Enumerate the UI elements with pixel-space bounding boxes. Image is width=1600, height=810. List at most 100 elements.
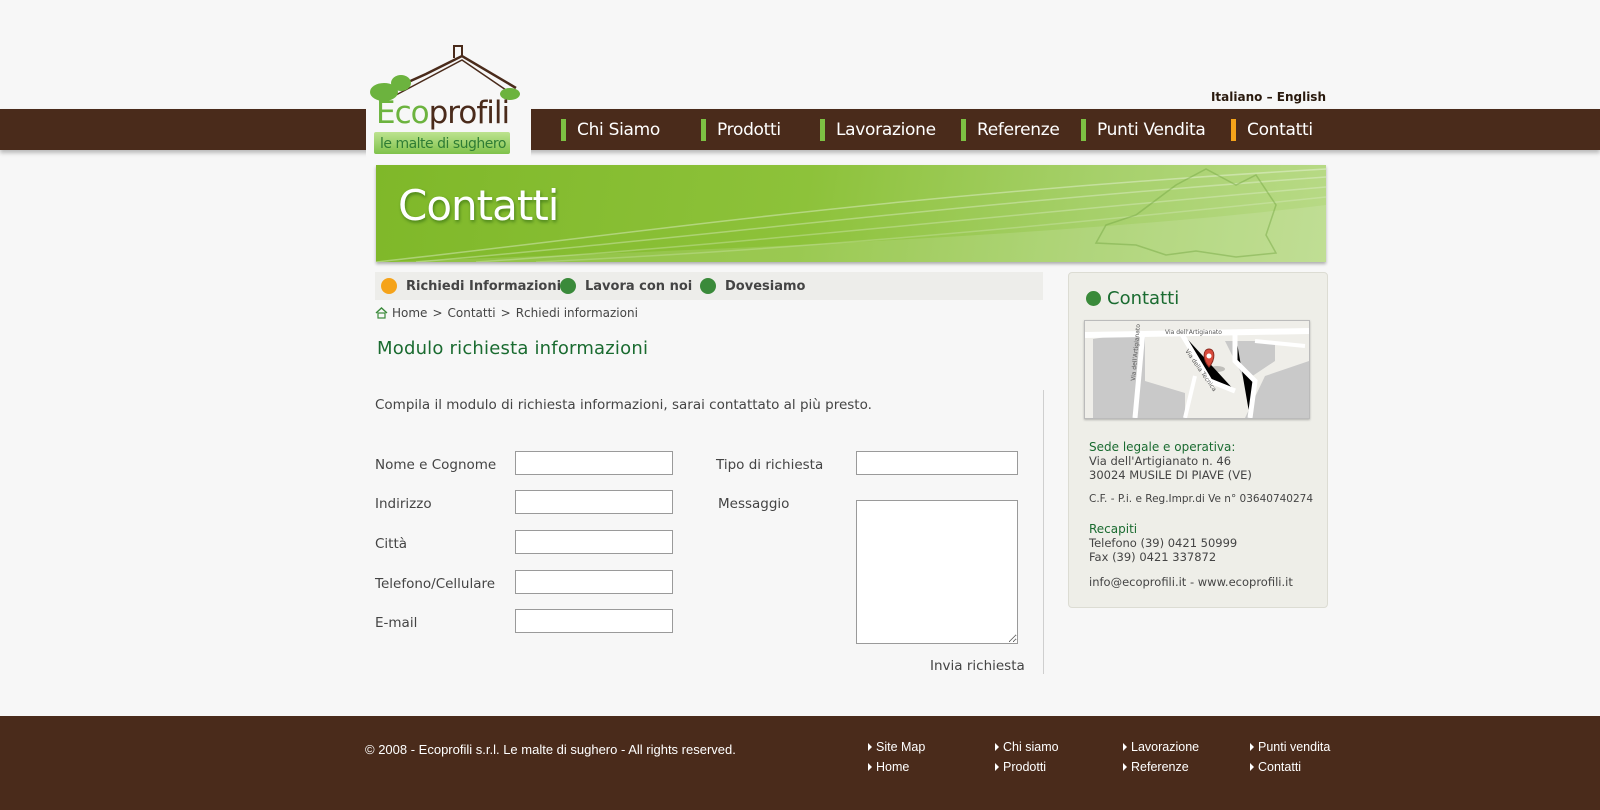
arrow-right-icon (868, 743, 872, 751)
nav-contatti[interactable]: Contatti (1231, 118, 1313, 142)
banner-title: Contatti (398, 181, 559, 230)
footer-link-home[interactable]: Home (868, 760, 909, 774)
nav-label: Contatti (1247, 120, 1313, 140)
nav-marker (1081, 119, 1086, 141)
request-type-field[interactable] (856, 451, 1018, 475)
nav-label: Punti Vendita (1097, 120, 1206, 140)
nav-label: Prodotti (717, 120, 781, 140)
location-map[interactable]: Via dell'Artigianato Via dell'Artigianat… (1084, 320, 1310, 419)
breadcrumb-current: Rchiedi informazioni (515, 306, 638, 320)
fax: Fax (39) 0421 337872 (1089, 550, 1217, 564)
recapiti-heading: Recapiti (1089, 522, 1138, 536)
nav-prodotti[interactable]: Prodotti (701, 118, 781, 142)
arrow-right-icon (995, 763, 999, 771)
nav-chi-siamo[interactable]: Chi Siamo (561, 118, 660, 142)
subnav-label: Dovesiamo (725, 278, 806, 294)
sidebar-title-text: Contatti (1107, 288, 1180, 309)
nav-marker (561, 119, 566, 141)
footer-link-label: Contatti (1258, 760, 1302, 774)
subnav-richiedi-informazioni[interactable]: Richiedi Informazioni (381, 278, 561, 294)
nav-lavorazione[interactable]: Lavorazione (820, 118, 936, 142)
footer-link-label: Prodotti (1003, 760, 1047, 774)
footer (0, 716, 1600, 810)
green-dot-icon (1086, 291, 1101, 306)
phone-label: Telefono/Cellulare (375, 576, 496, 592)
map-graphic: Via dell'Artigianato Via dell'Artigianat… (1085, 321, 1309, 418)
logo-tagline-text: le malte di sughero (380, 136, 506, 152)
arrow-right-icon (1250, 743, 1254, 751)
name-label: Nome e Cognome (375, 457, 497, 473)
arrow-right-icon (1250, 763, 1254, 771)
nav-marker-active (1231, 119, 1236, 141)
nav-punti-vendita[interactable]: Punti Vendita (1081, 118, 1206, 142)
footer-link-label: Lavorazione (1131, 740, 1200, 754)
email-field[interactable] (515, 609, 673, 633)
orange-dot-icon (381, 278, 397, 294)
vat-info: C.F. - P.i. e Reg.Impr.di Ve n° 03640740… (1089, 493, 1314, 505)
city-label: Città (375, 536, 408, 552)
footer-link-site-map[interactable]: Site Map (868, 740, 925, 754)
nav-marker (820, 119, 825, 141)
address-field[interactable] (515, 490, 673, 514)
nav-label: Chi Siamo (577, 120, 660, 140)
lang-english-link[interactable]: English (1277, 90, 1326, 104)
breadcrumb: Home > Contatti > Rchiedi informazioni (375, 306, 638, 320)
lang-italian-link[interactable]: Italiano (1211, 90, 1262, 104)
logo[interactable]: Ecoprofili le malte di sughero (366, 40, 531, 160)
email-label: E-mail (375, 615, 418, 631)
footer-link-punti-vendita[interactable]: Punti vendita (1250, 740, 1330, 754)
submit-button[interactable]: Invia richiesta (930, 658, 1025, 674)
footer-link-prodotti[interactable]: Prodotti (995, 760, 1046, 774)
footer-link-label: Site Map (876, 740, 926, 754)
telefono: Telefono (39) 0421 50999 (1089, 536, 1238, 550)
footer-link-referenze[interactable]: Referenze (1123, 760, 1189, 774)
footer-link-label: Chi siamo (1003, 740, 1059, 754)
green-dot-icon (700, 278, 716, 294)
breadcrumb-separator: > (500, 306, 511, 320)
nav-label: Lavorazione (836, 120, 936, 140)
subnav-dovesiamo[interactable]: Dovesiamo (700, 278, 805, 294)
home-icon (375, 307, 388, 319)
intro-text: Compila il modulo di richiesta informazi… (375, 397, 872, 413)
name-field[interactable] (515, 451, 673, 475)
content-divider (1043, 390, 1044, 674)
subnav-label: Richiedi Informazioni (406, 278, 562, 294)
address-label: Indirizzo (375, 496, 432, 512)
message-field[interactable] (856, 500, 1018, 644)
footer-link-label: Home (876, 760, 910, 774)
phone-field[interactable] (515, 570, 673, 594)
page-title: Modulo richiesta informazioni (377, 338, 649, 359)
arrow-right-icon (1123, 743, 1127, 751)
footer-link-contatti[interactable]: Contatti (1250, 760, 1301, 774)
sede-heading: Sede legale e operativa: (1089, 440, 1236, 454)
footer-link-chi-siamo[interactable]: Chi siamo (995, 740, 1059, 754)
arrow-right-icon (995, 743, 999, 751)
nav-label: Referenze (977, 120, 1060, 140)
subnav-lavora-con-noi[interactable]: Lavora con noi (560, 278, 692, 294)
logo-eco-text: Eco (376, 95, 430, 131)
language-switch: Italiano – English (1150, 90, 1326, 104)
nav-marker (961, 119, 966, 141)
map-street-label: Via dell'Artigianato (1165, 329, 1222, 336)
arrow-right-icon (1123, 763, 1127, 771)
main-nav-bar (0, 109, 1600, 150)
contact-links[interactable]: info@ecoprofili.it - www.ecoprofili.it (1089, 575, 1293, 590)
nav-marker (701, 119, 706, 141)
footer-link-lavorazione[interactable]: Lavorazione (1123, 740, 1199, 754)
breadcrumb-contatti[interactable]: Contatti (448, 306, 496, 320)
footer-copyright: © 2008 - Ecoprofili s.r.l. Le malte di s… (365, 742, 736, 757)
logo-wordmark: Ecoprofili (376, 95, 510, 131)
city-field[interactable] (515, 530, 673, 554)
sidebar-title: Contatti (1086, 288, 1179, 309)
address-line-2: 30024 MUSILE DI PIAVE (VE) (1089, 468, 1252, 482)
address-line-1: Via dell'Artigianato n. 46 (1089, 454, 1232, 468)
request-type-label: Tipo di richiesta (716, 457, 824, 473)
logo-tagline: le malte di sughero (380, 136, 506, 152)
green-dot-icon (560, 278, 576, 294)
breadcrumb-separator: > (432, 306, 443, 320)
message-label: Messaggio (718, 496, 790, 512)
page-banner: Contatti (376, 165, 1326, 262)
breadcrumb-home[interactable]: Home (392, 306, 427, 320)
lang-separator: – (1266, 90, 1273, 104)
nav-referenze[interactable]: Referenze (961, 118, 1060, 142)
